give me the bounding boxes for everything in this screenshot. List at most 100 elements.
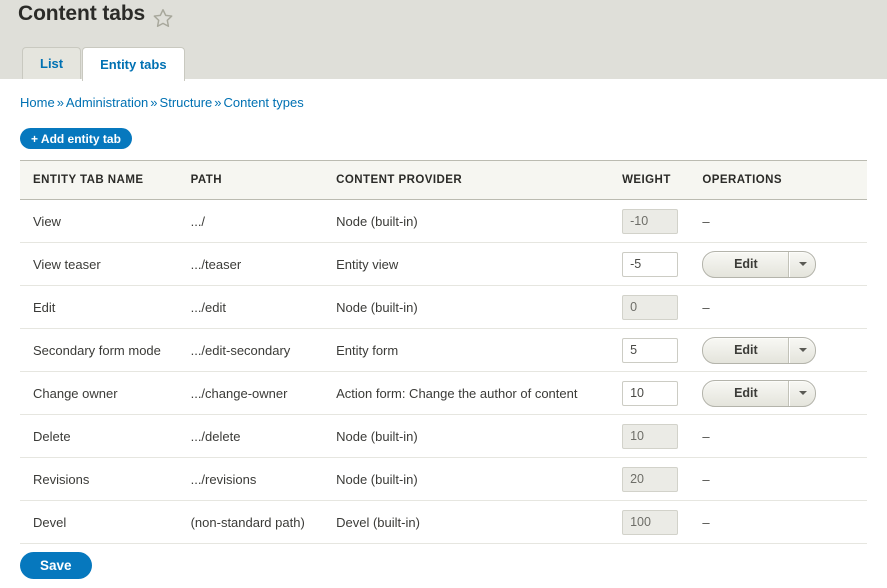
column-header-weight: WEIGHT	[622, 160, 703, 200]
weight-input[interactable]	[622, 251, 679, 277]
cell-operations: –	[702, 199, 867, 243]
tab-list-label: List	[40, 56, 64, 71]
table-row: Edit.../editNode (built-in) –	[20, 285, 867, 329]
cell-content-provider: Node (built-in)	[336, 199, 623, 243]
cell-path: .../delete	[190, 414, 337, 458]
entity-tabs-table: ENTITY TAB NAME PATH CONTENT PROVIDER WE…	[20, 160, 867, 544]
cell-entity-tab-name: View teaser	[20, 242, 191, 286]
tab-entity-tabs-label: Entity tabs	[100, 57, 167, 72]
dropbutton-toggle[interactable]	[789, 380, 815, 406]
table-head: ENTITY TAB NAME PATH CONTENT PROVIDER WE…	[20, 160, 867, 200]
cell-content-provider: Devel (built-in)	[336, 500, 623, 544]
dropbutton-toggle[interactable]	[789, 337, 815, 363]
operations-dropbutton[interactable]: Edit	[702, 336, 817, 364]
cell-content-provider: Node (built-in)	[336, 414, 623, 458]
table-row: Revisions.../revisionsNode (built-in) –	[20, 457, 867, 501]
cell-entity-tab-name: Secondary form mode	[20, 328, 191, 372]
cell-path: .../edit-secondary	[190, 328, 337, 372]
operations-dropbutton[interactable]: Edit	[702, 379, 817, 407]
cell-content-provider: Node (built-in)	[336, 285, 623, 329]
operations-empty-dash: –	[702, 471, 710, 487]
column-header-content-provider: CONTENT PROVIDER	[336, 160, 623, 200]
edit-button[interactable]: Edit	[703, 380, 790, 406]
column-header-operations: OPERATIONS	[702, 160, 867, 200]
cell-operations: Edit	[702, 242, 867, 286]
page-title: Content tabs	[18, 2, 146, 25]
primary-tabs: List Entity tabs	[22, 47, 185, 81]
breadcrumb-separator: »	[56, 95, 64, 110]
table-row: Delete.../deleteNode (built-in) –	[20, 414, 867, 458]
save-button[interactable]: Save	[20, 552, 92, 579]
weight-input[interactable]	[622, 380, 679, 406]
cell-content-provider: Node (built-in)	[336, 457, 623, 501]
cell-weight	[622, 457, 703, 501]
cell-content-provider: Action form: Change the author of conten…	[336, 371, 623, 415]
breadcrumb-item-structure[interactable]: Structure	[160, 95, 213, 110]
cell-weight	[622, 414, 703, 458]
operations-dropbutton[interactable]: Edit	[702, 250, 817, 278]
cell-entity-tab-name: Edit	[20, 285, 191, 329]
dropbutton-toggle[interactable]	[789, 251, 815, 277]
cell-entity-tab-name: Devel	[20, 500, 191, 544]
operations-empty-dash: –	[702, 299, 710, 315]
breadcrumb-item-content-types[interactable]: Content types	[224, 95, 304, 110]
cell-operations: –	[702, 285, 867, 329]
page-header-band: Content tabs List Entity tabs	[0, 0, 887, 81]
cell-path: .../edit	[190, 285, 337, 329]
cell-weight	[622, 371, 703, 415]
breadcrumb-item-administration[interactable]: Administration	[66, 95, 148, 110]
cell-weight	[622, 285, 703, 329]
chevron-down-icon	[798, 348, 807, 352]
table-row: View.../Node (built-in) –	[20, 199, 867, 243]
table-row: View teaser.../teaserEntity view Edit	[20, 242, 867, 286]
add-entity-tab-button[interactable]: + Add entity tab	[20, 128, 132, 149]
weight-input	[622, 294, 679, 320]
cell-path: .../change-owner	[190, 371, 337, 415]
weight-input	[622, 423, 679, 449]
operations-empty-dash: –	[702, 514, 710, 530]
star-outline-icon[interactable]	[152, 7, 174, 29]
weight-input	[622, 208, 679, 234]
cell-weight	[622, 242, 703, 286]
breadcrumb: Home» Administration» Structure» Content ty…	[20, 95, 304, 110]
cell-path: (non-standard path)	[190, 500, 337, 544]
cell-operations: Edit	[702, 371, 867, 415]
cell-operations: Edit	[702, 328, 867, 372]
cell-entity-tab-name: Revisions	[20, 457, 191, 501]
breadcrumb-separator: »	[214, 95, 222, 110]
cell-operations: –	[702, 414, 867, 458]
cell-weight	[622, 500, 703, 544]
cell-path: .../revisions	[190, 457, 337, 501]
cell-path: .../teaser	[190, 242, 337, 286]
cell-content-provider: Entity view	[336, 242, 623, 286]
chevron-down-icon	[798, 262, 807, 266]
tab-entity-tabs[interactable]: Entity tabs	[82, 47, 185, 81]
cell-path: .../	[190, 199, 337, 243]
weight-input	[622, 509, 679, 535]
edit-button[interactable]: Edit	[703, 337, 790, 363]
cell-weight	[622, 199, 703, 243]
operations-empty-dash: –	[702, 428, 710, 444]
cell-operations: –	[702, 457, 867, 501]
cell-operations: –	[702, 500, 867, 544]
table-row: Devel (non-standard path) Devel (built-in)…	[20, 500, 867, 544]
weight-input	[622, 466, 679, 492]
operations-empty-dash: –	[702, 213, 710, 229]
table-row: Change owner .../change-owner Action form:…	[20, 371, 867, 415]
breadcrumb-item-home[interactable]: Home	[20, 95, 55, 110]
cell-entity-tab-name: Delete	[20, 414, 191, 458]
cell-weight	[622, 328, 703, 372]
column-header-path: PATH	[190, 160, 337, 200]
column-header-entity-tab-name: ENTITY TAB NAME	[20, 160, 191, 200]
tab-list[interactable]: List	[22, 47, 82, 79]
weight-input[interactable]	[622, 337, 679, 363]
edit-button[interactable]: Edit	[703, 251, 790, 277]
cell-entity-tab-name: View	[20, 199, 191, 243]
table-body: View.../Node (built-in)–View teaser.../t…	[20, 199, 867, 544]
table-row: Secondary form mode .../edit-secondary Ent…	[20, 328, 867, 372]
table-header-row: ENTITY TAB NAME PATH CONTENT PROVIDER WE…	[20, 160, 867, 200]
cell-content-provider: Entity form	[336, 328, 623, 372]
breadcrumb-separator: »	[150, 95, 158, 110]
chevron-down-icon	[798, 391, 807, 395]
cell-entity-tab-name: Change owner	[20, 371, 191, 415]
